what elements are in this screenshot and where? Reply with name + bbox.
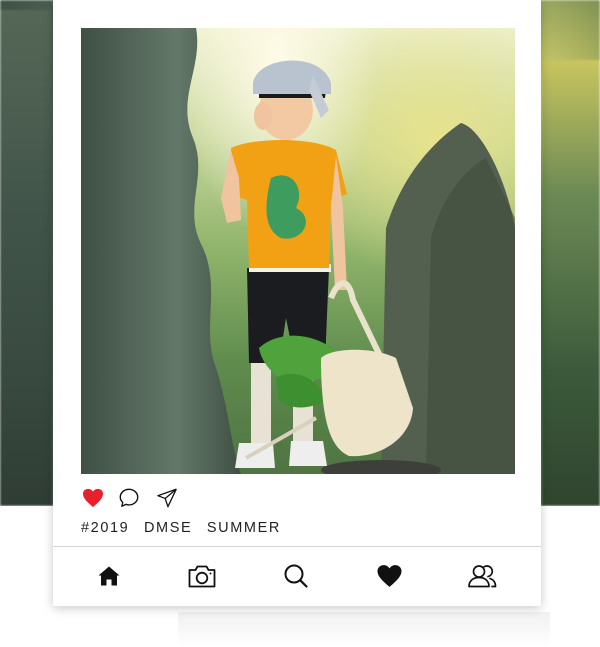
post-actions [81, 486, 515, 510]
comment-icon [119, 488, 139, 507]
post-photo[interactable] [81, 28, 515, 474]
nav-search[interactable] [279, 561, 313, 591]
nav-camera[interactable] [185, 561, 219, 591]
post-card: #2019 DMSE SUMMER [53, 0, 541, 606]
home-icon [98, 566, 120, 586]
profile-icon [468, 565, 497, 588]
post-photo-illustration [81, 28, 515, 474]
background-shadow [178, 612, 550, 647]
heart-icon [377, 565, 401, 587]
nav-home[interactable] [92, 561, 126, 591]
hashtag-item[interactable]: #2019 [81, 520, 129, 536]
nav-activity[interactable] [372, 561, 406, 591]
bottom-nav [53, 547, 541, 606]
hashtag-item[interactable]: SUMMER [207, 520, 281, 536]
hashtag-item[interactable]: DMSE [144, 520, 192, 536]
send-icon [157, 488, 177, 508]
heart-filled-icon [83, 488, 103, 508]
background-foliage-right [542, 60, 600, 506]
background-rock-left [0, 10, 52, 506]
like-button[interactable] [81, 486, 105, 510]
hashtags: #2019 DMSE SUMMER [81, 520, 290, 536]
camera-icon [188, 565, 216, 588]
search-icon [284, 564, 308, 588]
share-button[interactable] [155, 486, 179, 510]
nav-profile[interactable] [465, 561, 499, 591]
comment-button[interactable] [117, 486, 141, 510]
